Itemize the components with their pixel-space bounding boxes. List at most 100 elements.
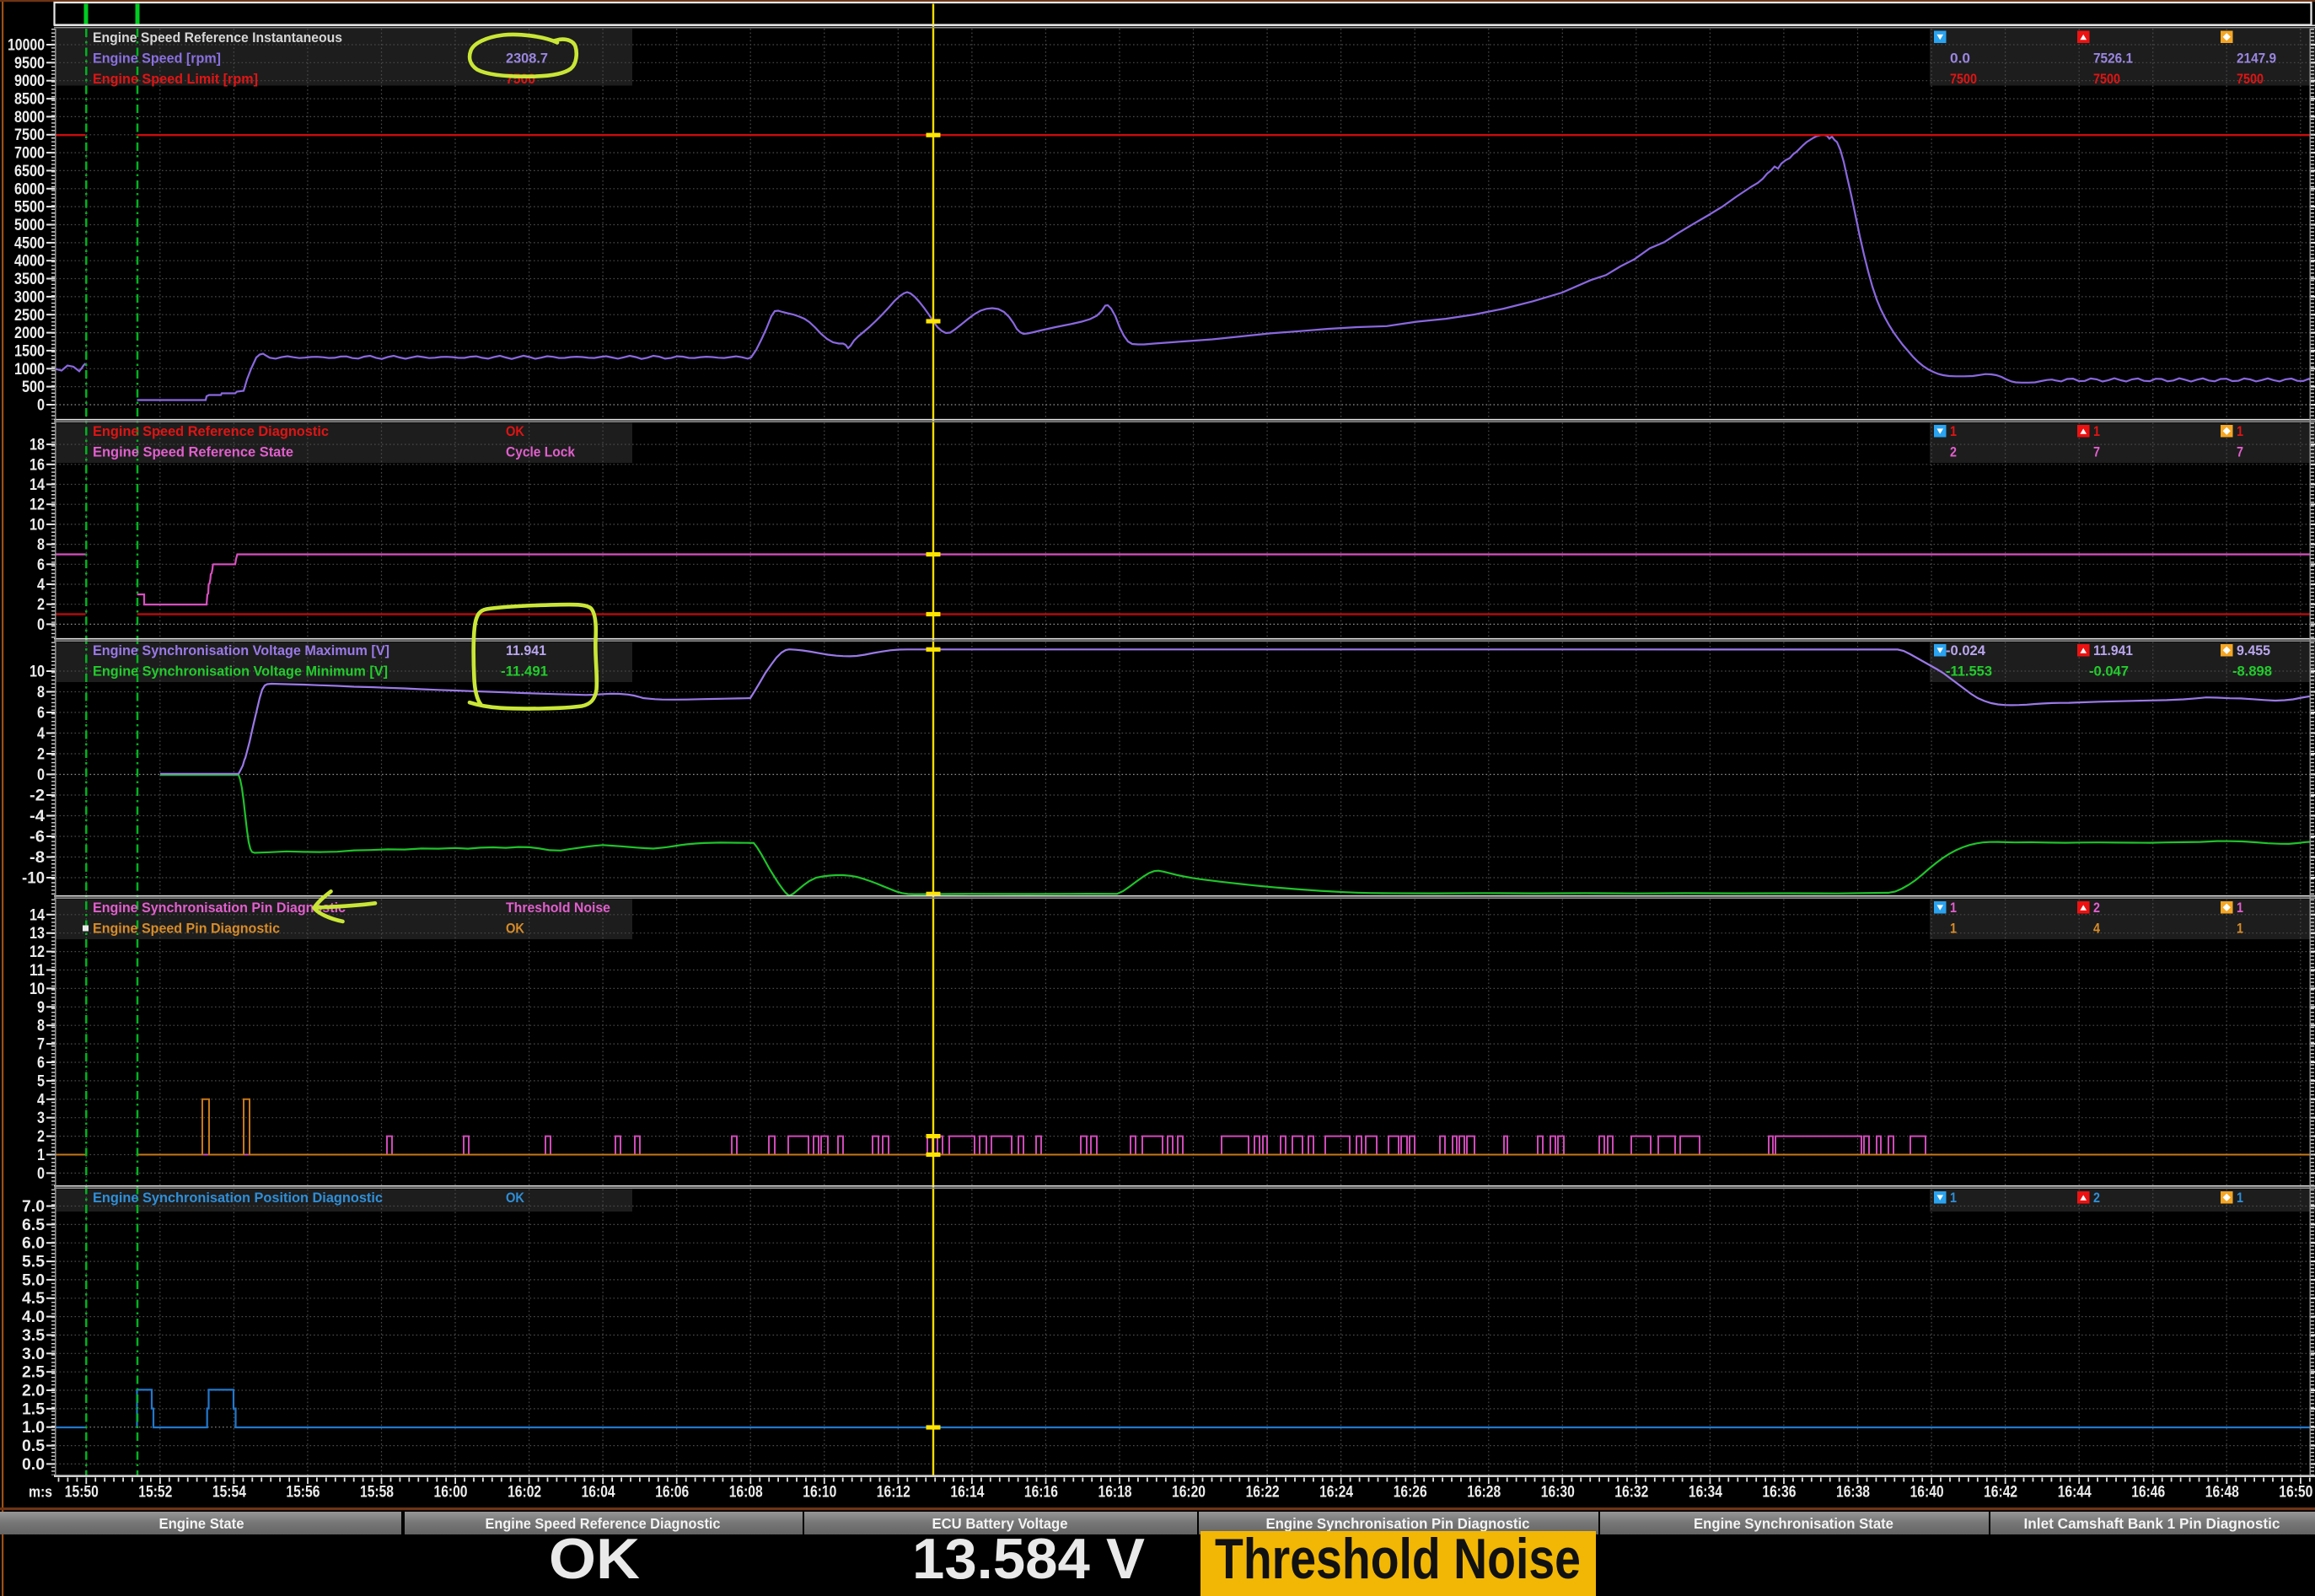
svg-text:15:52: 15:52 (138, 1483, 172, 1502)
svg-text:1.5: 1.5 (22, 1400, 45, 1418)
svg-text:-6: -6 (30, 828, 45, 846)
svg-text:500: 500 (22, 378, 45, 396)
svg-text:OK: OK (506, 922, 524, 937)
svg-text:7000: 7000 (14, 144, 45, 163)
svg-text:7: 7 (37, 1035, 45, 1054)
svg-text:4500: 4500 (14, 234, 45, 252)
svg-text:6: 6 (37, 1054, 45, 1072)
svg-text:Engine Synchronisation Pin Dia: Engine Synchronisation Pin Diagnostic (93, 900, 346, 916)
svg-text:6: 6 (37, 704, 45, 723)
svg-text:-11.491: -11.491 (501, 664, 548, 680)
svg-text:8: 8 (37, 1017, 45, 1035)
svg-text:3500: 3500 (14, 270, 45, 288)
svg-text:6: 6 (37, 556, 45, 574)
svg-text:2: 2 (37, 745, 45, 764)
svg-text:-8: -8 (30, 848, 45, 867)
svg-text:-2: -2 (30, 787, 45, 805)
svg-text:3.5: 3.5 (22, 1326, 45, 1345)
svg-text:-0.024: -0.024 (1946, 643, 1986, 658)
svg-text:16:16: 16:16 (1024, 1483, 1058, 1502)
svg-text:1: 1 (2093, 424, 2100, 439)
svg-text:16:38: 16:38 (1836, 1483, 1870, 1502)
svg-text:0: 0 (37, 766, 45, 784)
svg-text:6500: 6500 (14, 162, 45, 180)
svg-text:5000: 5000 (14, 216, 45, 234)
svg-text:9500: 9500 (14, 54, 45, 73)
svg-text:0.0: 0.0 (1950, 51, 1970, 67)
svg-text:1.0: 1.0 (22, 1418, 45, 1437)
svg-text:10: 10 (30, 663, 45, 681)
svg-text:2.5: 2.5 (22, 1363, 45, 1382)
svg-text:Engine Synchronisation Voltage: Engine Synchronisation Voltage Maximum [… (93, 643, 389, 658)
svg-text:2: 2 (2093, 1190, 2100, 1206)
svg-text:12: 12 (30, 496, 45, 514)
svg-text:16:44: 16:44 (2058, 1483, 2092, 1502)
svg-text:0: 0 (37, 396, 45, 415)
svg-text:3: 3 (37, 1109, 45, 1127)
svg-text:2: 2 (37, 1127, 45, 1146)
svg-text:Engine Speed [rpm]: Engine Speed [rpm] (93, 51, 221, 67)
svg-text:OK: OK (506, 1190, 524, 1206)
svg-text:15:56: 15:56 (286, 1483, 320, 1502)
svg-text:11: 11 (30, 961, 45, 980)
svg-text:16:26: 16:26 (1394, 1483, 1427, 1502)
svg-text:-8.898: -8.898 (2232, 664, 2272, 680)
svg-text:12: 12 (30, 943, 45, 961)
svg-text:2: 2 (2093, 900, 2100, 916)
svg-text:Engine Speed Reference State: Engine Speed Reference State (93, 445, 293, 460)
svg-text:1: 1 (2237, 424, 2243, 439)
svg-text:16:22: 16:22 (1246, 1483, 1280, 1502)
svg-text:-4: -4 (30, 807, 45, 825)
svg-text:m:s: m:s (29, 1484, 52, 1501)
svg-text:4.0: 4.0 (22, 1308, 45, 1326)
svg-text:6000: 6000 (14, 180, 45, 198)
svg-text:4: 4 (37, 1090, 45, 1109)
svg-text:0.0: 0.0 (22, 1455, 45, 1474)
svg-text:2500: 2500 (14, 306, 45, 325)
svg-text:2.0: 2.0 (22, 1382, 45, 1400)
svg-text:16:34: 16:34 (1689, 1483, 1722, 1502)
svg-text:16:04: 16:04 (582, 1483, 615, 1502)
svg-text:7526.1: 7526.1 (2093, 51, 2133, 67)
svg-text:7.0: 7.0 (22, 1197, 45, 1216)
svg-text:9000: 9000 (14, 72, 45, 90)
svg-text:15:50: 15:50 (65, 1483, 99, 1502)
svg-text:0: 0 (37, 615, 45, 634)
svg-text:1500: 1500 (14, 341, 45, 360)
svg-text:10: 10 (30, 515, 45, 534)
svg-text:Cycle Lock: Cycle Lock (506, 445, 576, 460)
svg-text:16:08: 16:08 (729, 1483, 763, 1502)
svg-text:16:20: 16:20 (1172, 1483, 1206, 1502)
svg-text:2: 2 (1950, 445, 1957, 460)
svg-text:16:32: 16:32 (1614, 1483, 1648, 1502)
svg-text:Engine State: Engine State (159, 1515, 244, 1532)
svg-text:4.5: 4.5 (22, 1289, 45, 1308)
svg-text:8: 8 (37, 683, 45, 701)
svg-text:4: 4 (37, 576, 45, 594)
svg-text:16: 16 (30, 455, 45, 474)
svg-text:7: 7 (2093, 445, 2100, 460)
svg-text:5.0: 5.0 (22, 1271, 45, 1289)
svg-text:16:14: 16:14 (950, 1483, 984, 1502)
svg-text:6.5: 6.5 (22, 1216, 45, 1234)
svg-text:2308.7: 2308.7 (506, 51, 548, 67)
svg-text:4000: 4000 (14, 252, 45, 271)
svg-text:1: 1 (1950, 900, 1957, 916)
svg-text:Engine Speed Limit [rpm]: Engine Speed Limit [rpm] (93, 72, 258, 87)
svg-text:4: 4 (2093, 922, 2101, 937)
svg-text:16:42: 16:42 (1984, 1483, 2017, 1502)
svg-text:16:24: 16:24 (1319, 1483, 1353, 1502)
svg-text:9: 9 (37, 998, 45, 1017)
svg-text:Engine Speed Reference Diagnos: Engine Speed Reference Diagnostic (93, 424, 329, 439)
svg-text:7500: 7500 (14, 126, 45, 144)
svg-text:15:58: 15:58 (360, 1483, 394, 1502)
svg-text:7500: 7500 (2093, 72, 2120, 87)
svg-text:8000: 8000 (14, 108, 45, 126)
svg-text:13: 13 (30, 924, 45, 943)
svg-text:3000: 3000 (14, 287, 45, 306)
svg-text:8: 8 (37, 535, 45, 554)
svg-text:16:18: 16:18 (1098, 1483, 1132, 1502)
svg-text:10000: 10000 (8, 36, 45, 55)
svg-text:7500: 7500 (2237, 72, 2264, 87)
svg-text:9.455: 9.455 (2237, 643, 2270, 658)
